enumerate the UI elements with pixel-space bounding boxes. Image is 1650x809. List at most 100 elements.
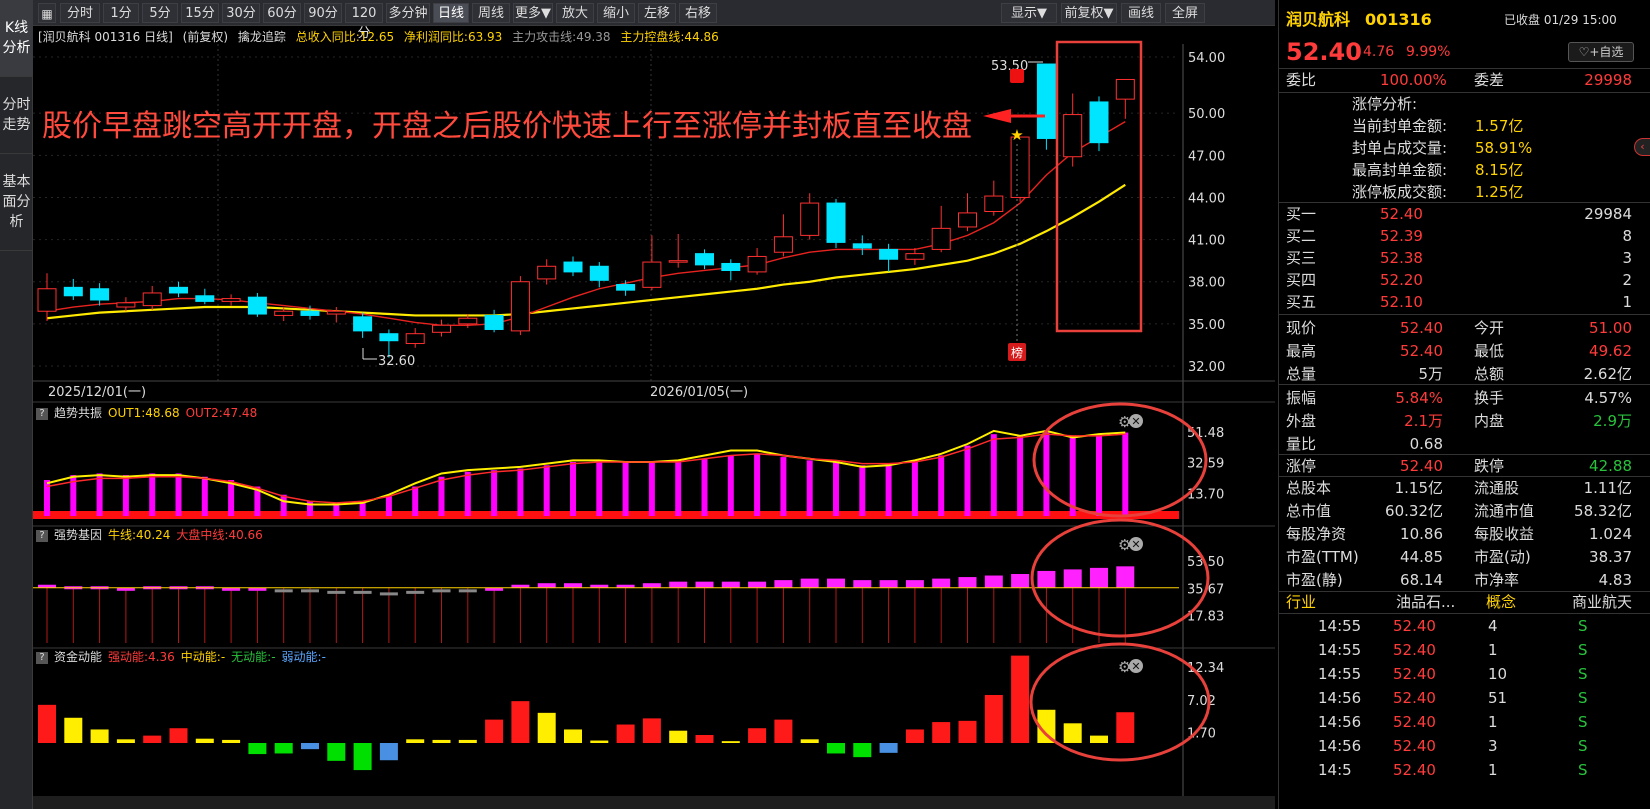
p1-bar [754,453,761,516]
limit-analysis-row: 涨停板成交额: 1.25亿 [1278,180,1650,204]
p2-block [774,580,793,588]
panel1-header: ? 趋势共振 OUT1:48.68 OUT2:47.48 [36,405,263,422]
candle-body [90,288,110,301]
tick-price: 52.40 [1393,617,1436,635]
candle-body [800,202,820,236]
zt-label: 最高封单金额: [1352,161,1448,179]
p3-bar [748,728,767,743]
toolbar-btn[interactable]: 周线 [472,3,510,23]
toolbar-btn-right[interactable]: 前复权▼ [1061,3,1117,23]
toolbar-btn[interactable]: 左移 [638,3,676,23]
p3-bar [1116,712,1135,743]
p2-block [406,590,425,594]
tick-volume: 10 [1488,665,1508,683]
help-icon[interactable]: ? [36,529,48,542]
p3-bar [327,743,346,761]
stat-row: 市盈(静) 68.14 市净率 4.83 [1278,568,1650,592]
tick-volume: 1 [1488,641,1498,659]
help-icon[interactable]: ? [36,407,48,420]
stat-label: 今开 [1474,319,1505,337]
limit-analysis-row: 涨停分析: [1278,92,1650,116]
candle-body [1036,63,1056,139]
p3-bar [90,729,109,743]
industry-label: 行业 [1286,593,1317,611]
bid-label: 买二 [1286,227,1317,245]
toolbar-btn[interactable]: 1分 [103,3,139,23]
p1-bar [517,468,524,516]
toolbar-btn-right[interactable]: 显示▼ [1001,3,1057,23]
bid-price: 52.38 [1380,249,1423,267]
bid-volume: 8 [1622,227,1632,245]
p3-bar [222,739,241,743]
p1-bar [1069,437,1076,516]
zt-value: 8.15亿 [1475,161,1524,179]
stat-label: 每股收益 [1474,525,1535,543]
tick-volume: 3 [1488,737,1498,755]
p3-bar [248,743,267,755]
tick-row: 14:55 52.40 10 S [1278,662,1650,686]
quote-header: 润贝航科 001316 已收盘 01/29 15:00 [1278,8,1650,32]
candle-body [379,333,399,342]
list-icon[interactable]: ▦ [38,3,56,23]
toolbar-btn[interactable]: 15分 [181,3,219,23]
toolbar-btn-right[interactable]: 全屏 [1165,3,1205,23]
stat-label: 市盈(动) [1474,548,1531,566]
toolbar-btn[interactable]: 分时 [60,3,100,23]
p3-bar [827,743,845,754]
stat-label: 振幅 [1286,389,1317,407]
close-icon: ✕ [1131,415,1140,428]
candle-body [958,212,977,228]
bid-label: 买三 [1286,249,1317,267]
toolbar-btn[interactable]: 放大 [556,3,594,23]
stat-value: 1.15亿 [1394,479,1443,497]
toolbar-btn[interactable]: 90分 [304,3,342,23]
tab-kline[interactable]: K线分析 [0,0,33,77]
concept-value[interactable]: 商业航天 [1572,590,1632,614]
toolbar-btn[interactable]: 更多▼ [513,3,553,23]
p2-block [1037,570,1056,588]
p3-bar [38,704,56,743]
p2-block [800,578,819,588]
stat-label: 市盈(TTM) [1286,548,1359,566]
candle-body [1063,114,1083,158]
stat-value: 49.62 [1589,342,1632,360]
toolbar-btn-right[interactable]: 画线 [1121,3,1161,23]
stat-value: 5万 [1418,365,1443,383]
annotation-arrow [983,109,1011,123]
candle-body [432,324,451,333]
tick-price: 52.40 [1393,689,1436,707]
zt-label: 当前封单金额: [1352,117,1448,135]
industry-row: 行业 油品石... 概念 商业航天 [1278,590,1650,614]
add-favorite-button[interactable]: ♡+自选 [1568,42,1634,62]
p1-out1-line [46,429,1126,506]
collapse-arrow-icon[interactable]: ‹ [1634,138,1650,156]
toolbar-btn[interactable]: 60分 [263,3,301,23]
p2-block [432,589,451,593]
tab-fundamental[interactable]: 基本面分析 [0,154,33,251]
scrollbar [33,796,1275,809]
panel2-market-line: 大盘中线:40.66 [176,528,263,542]
industry-value[interactable]: 油品石... [1396,590,1455,614]
toolbar-btn[interactable]: 5分 [142,3,178,23]
limit-analysis-row: 封单占成交量: 58.91% [1278,136,1650,160]
bid-volume: 1 [1622,293,1632,311]
p3-bar [564,729,582,743]
p3-bar [301,743,319,750]
toolbar-btn[interactable]: 右移 [679,3,717,23]
toolbar-btn[interactable]: 30分 [222,3,260,23]
date-tick: 2025/12/01(一) [48,385,146,400]
toolbar-btn[interactable]: 多分钟 [386,3,430,23]
p2-block [695,581,714,588]
tab-intraday[interactable]: 分时走势 [0,77,33,154]
toolbar-btn[interactable]: 缩小 [597,3,635,23]
toolbar-btn[interactable]: 120分 [345,3,383,41]
annotation-text: 股价早盘跳空高开开盘，开盘之后股价快速上行至涨停并封板直至收盘 [42,109,972,144]
help-icon[interactable]: ? [36,651,48,664]
panel1-out2: OUT2:47.48 [185,406,258,420]
p3-bar [721,741,740,743]
bid-label: 买一 [1286,205,1317,223]
p1-bar [464,471,471,516]
bid-price: 52.39 [1380,227,1423,245]
p1-bar [1122,432,1129,516]
toolbar-btn[interactable]: 日线 [433,3,469,23]
